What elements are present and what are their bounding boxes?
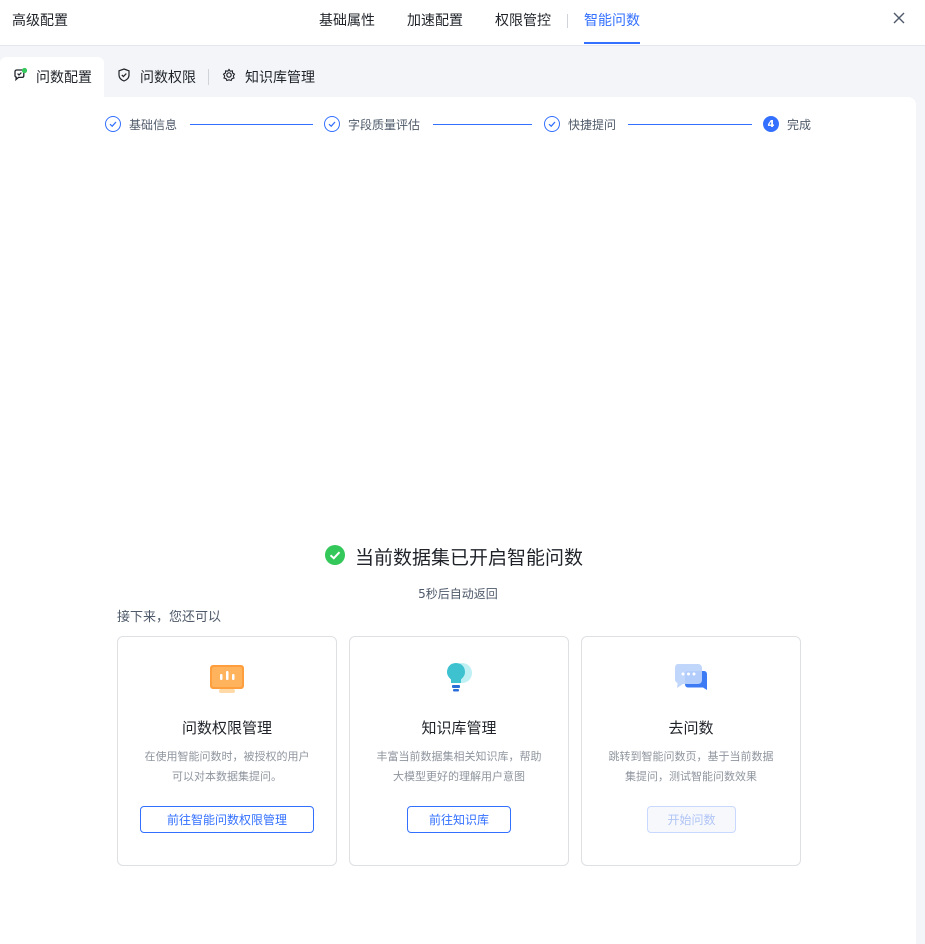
step-number: 4 — [763, 116, 779, 132]
card-description: 在使用智能问数时，被授权的用户可以对本数据集提问。 — [144, 750, 310, 783]
step-connector — [190, 124, 313, 125]
subtab-query-permission[interactable]: 问数权限 — [104, 57, 208, 97]
subtab-label: 问数配置 — [36, 70, 92, 86]
card-description: 跳转到智能问数页，基于当前数据集提问，测试智能问数效果 — [608, 750, 774, 783]
step-connector — [628, 124, 752, 125]
tab-permission-control[interactable]: 权限管控 — [495, 0, 551, 46]
tab-smart-query[interactable]: 智能问数 — [584, 0, 640, 46]
success-check-icon — [325, 544, 345, 569]
check-icon — [544, 116, 560, 132]
step-label: 完成 — [787, 117, 812, 132]
check-icon — [105, 116, 121, 132]
step-label: 基础信息 — [129, 117, 178, 132]
tab-basic-properties[interactable]: 基础属性 — [319, 0, 375, 46]
countdown-text: 5秒后自动返回 — [418, 587, 498, 601]
card-description: 丰富当前数据集相关知识库，帮助大模型更好的理解用户意图 — [376, 750, 542, 783]
next-steps-label: 接下来，您还可以 — [117, 610, 222, 625]
top-bar: 高级配置 基础属性 加速配置 权限管控 智能问数 — [0, 0, 925, 46]
tab-divider — [567, 14, 568, 28]
knowledge-base-icon — [221, 67, 245, 87]
start-query-button[interactable]: 开始问数 — [647, 806, 736, 833]
dialog-title: 高级配置 — [12, 13, 68, 29]
card-start-query: 去问数 跳转到智能问数页，基于当前数据集提问，测试智能问数效果 开始问数 — [581, 636, 801, 866]
goto-permission-management-button[interactable]: 前往智能问数权限管理 — [140, 806, 314, 833]
step-connector — [433, 124, 532, 125]
step-label: 字段质量评估 — [348, 117, 421, 132]
step-field-quality: 字段质量评估 — [324, 115, 420, 133]
permission-monitor-icon — [208, 659, 246, 701]
step-quick-question: 快捷提问 — [544, 115, 616, 133]
top-nav: 基础属性 加速配置 权限管控 智能问数 — [319, 0, 672, 46]
card-permission-management: 问数权限管理 在使用智能问数时，被授权的用户可以对本数据集提问。 前往智能问数权… — [117, 636, 337, 866]
subtab-label: 问数权限 — [140, 70, 196, 86]
sub-tabs: 问数配置 问数权限 知识库管理 — [0, 57, 327, 97]
goto-knowledge-base-button[interactable]: 前往知识库 — [407, 806, 511, 833]
step-complete: 4 完成 — [763, 115, 811, 133]
tab-acceleration[interactable]: 加速配置 — [407, 0, 463, 46]
step-basic-info: 基础信息 — [105, 115, 177, 133]
card-title: 去问数 — [668, 719, 714, 737]
chat-bubble-icon — [672, 659, 710, 701]
close-icon[interactable] — [891, 10, 907, 26]
chat-config-icon — [12, 67, 36, 87]
card-title: 知识库管理 — [421, 719, 497, 737]
success-message: 当前数据集已开启智能问数 — [325, 543, 583, 570]
subtab-label: 知识库管理 — [245, 70, 315, 86]
subtab-query-config[interactable]: 问数配置 — [0, 57, 104, 97]
card-title: 问数权限管理 — [181, 719, 272, 737]
shield-icon — [116, 67, 140, 87]
check-icon — [324, 116, 340, 132]
lightbulb-icon — [440, 659, 478, 701]
success-title: 当前数据集已开启智能问数 — [355, 547, 584, 569]
card-knowledge-base: 知识库管理 丰富当前数据集相关知识库，帮助大模型更好的理解用户意图 前往知识库 — [349, 636, 569, 866]
step-label: 快捷提问 — [568, 117, 617, 132]
subtab-knowledge-base[interactable]: 知识库管理 — [209, 57, 327, 97]
